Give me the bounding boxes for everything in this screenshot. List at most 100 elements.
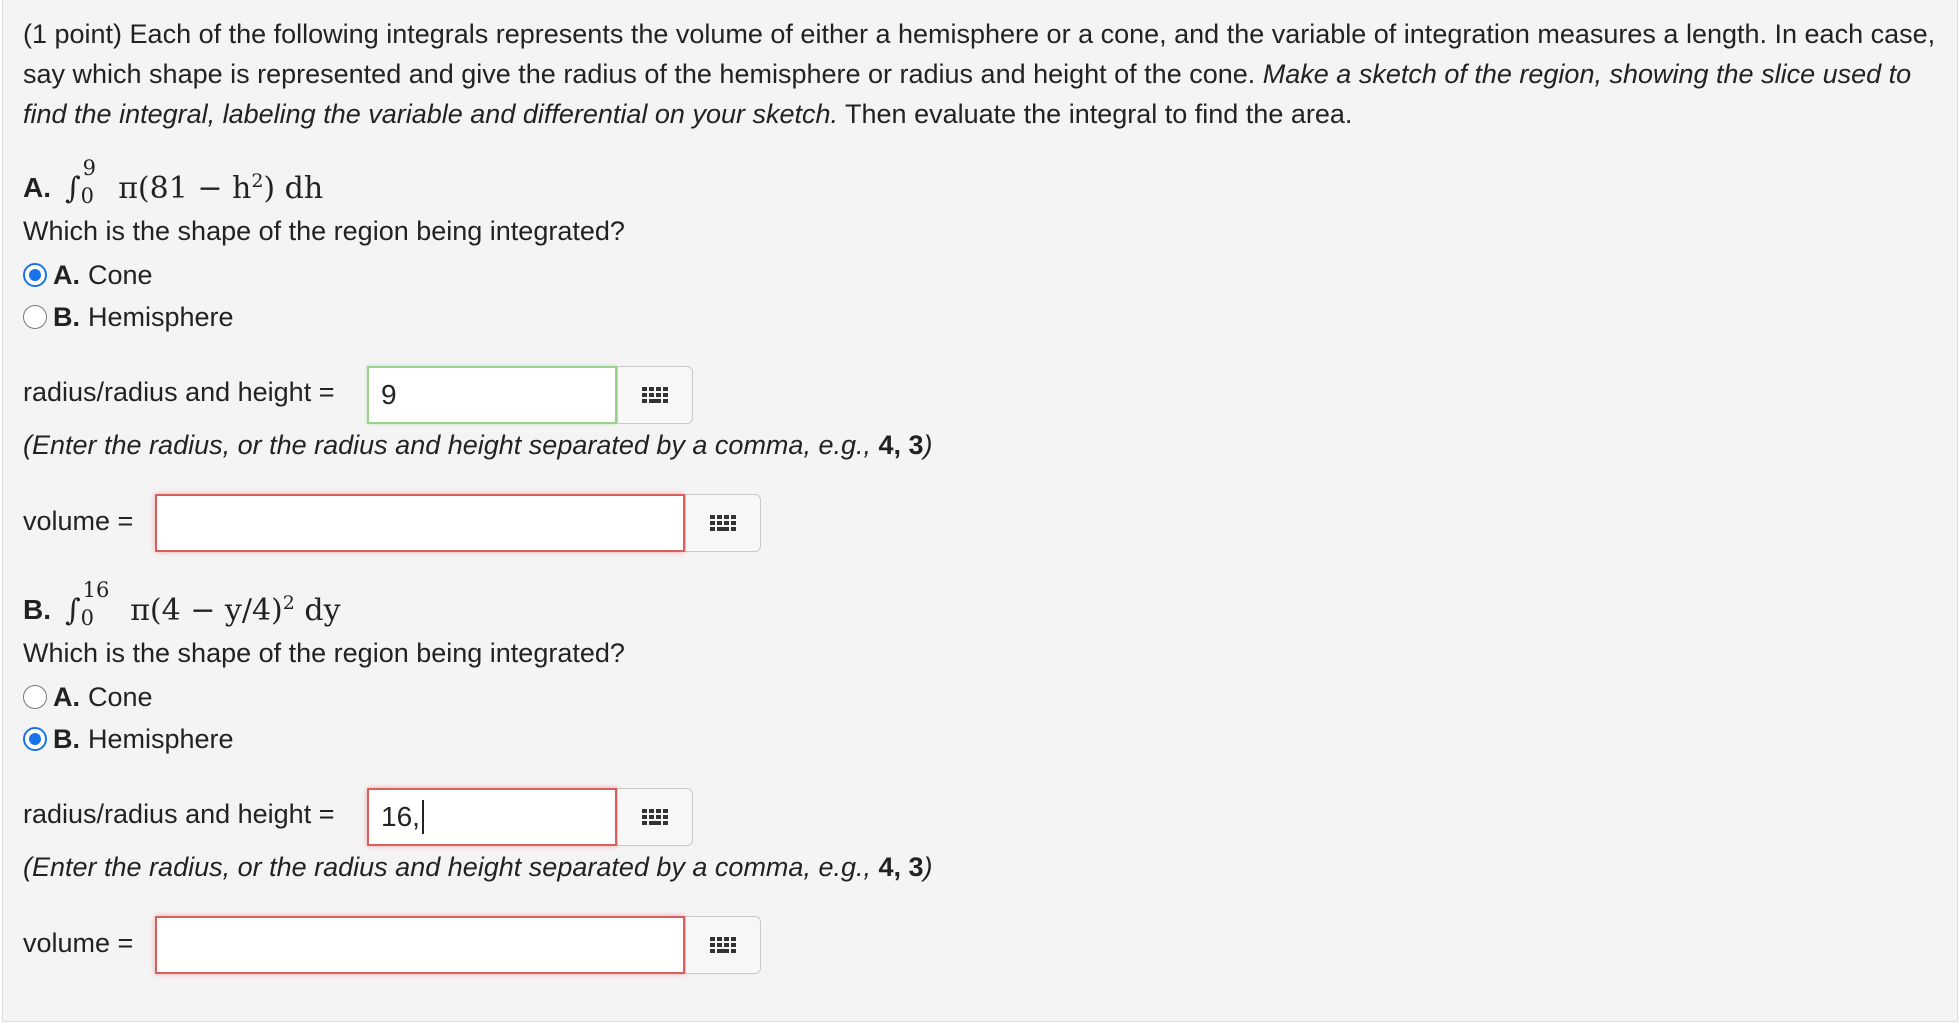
differential: ) dh	[263, 171, 324, 206]
keyboard-grid-dot	[717, 949, 729, 953]
keyboard-grid-dot	[656, 809, 661, 813]
keyboard-grid-dot	[717, 527, 729, 531]
keyboard-grid-dot	[649, 821, 661, 825]
part-a-radius-input[interactable]: 9	[367, 366, 617, 424]
option-key: A.	[53, 681, 80, 712]
keyboard-grid-dot	[724, 515, 729, 519]
part-a-option-cone[interactable]: A. Cone	[23, 258, 153, 292]
keyboard-grid-icon	[642, 809, 668, 825]
part-b-radius-label: radius/radius and height =	[23, 799, 335, 829]
part-a-hint: (Enter the radius, or the radius and hei…	[23, 430, 933, 461]
part-a-volume-keyboard-button[interactable]	[685, 494, 761, 552]
problem-panel: (1 point) Each of the following integral…	[2, 0, 1958, 1022]
part-a-integral: ∫ 9 0 π(81 − h2) dh	[65, 156, 324, 208]
problem-statement: (1 point) Each of the following integral…	[23, 14, 1943, 134]
integral-sign: ∫	[65, 593, 81, 628]
part-b-volume-label: volume =	[23, 928, 134, 958]
exponent: 2	[282, 592, 295, 614]
keyboard-grid-dot	[731, 943, 736, 947]
radio-button[interactable]	[23, 263, 47, 287]
keyboard-grid-dot	[649, 393, 654, 397]
integral-sign: ∫	[65, 171, 81, 206]
lower-limit: 0	[80, 184, 95, 208]
hint-example: 4, 3	[878, 852, 924, 882]
keyboard-grid-dot	[649, 387, 654, 391]
part-b-integral: ∫ 16 0 π(4 − y/4)2 dy	[65, 578, 341, 630]
upper-limit: 9	[82, 156, 97, 180]
part-a-question: Which is the shape of the region being i…	[23, 216, 625, 246]
part-a-option-hemisphere[interactable]: B. Hemisphere	[23, 300, 234, 334]
keyboard-grid-dot	[724, 521, 729, 525]
part-b-hint: (Enter the radius, or the radius and hei…	[23, 852, 933, 883]
option-key: B.	[53, 723, 80, 754]
part-b-question: Which is the shape of the region being i…	[23, 638, 625, 668]
keyboard-grid-dot	[710, 937, 715, 941]
part-a-label: A.	[23, 172, 51, 203]
upper-limit: 16	[82, 578, 110, 602]
part-b-label: B.	[23, 594, 51, 625]
keyboard-grid-dot	[717, 521, 722, 525]
hint-example: 4, 3	[878, 430, 924, 460]
integrand: π(4 − y/4)	[130, 593, 283, 628]
option-label: Hemisphere	[88, 301, 234, 332]
keyboard-grid-dot	[649, 815, 654, 819]
hint-close: )	[923, 852, 933, 882]
differential: dy	[294, 593, 341, 628]
lower-limit: 0	[80, 606, 95, 630]
option-label: Hemisphere	[88, 723, 234, 754]
keyboard-grid-dot	[710, 943, 715, 947]
keyboard-grid-dot	[710, 515, 715, 519]
keyboard-grid-dot	[731, 527, 736, 531]
part-b-option-cone[interactable]: A. Cone	[23, 680, 153, 714]
keyboard-grid-dot	[663, 393, 668, 397]
keyboard-grid-dot	[717, 943, 722, 947]
part-b-radius-input[interactable]: 16,	[367, 788, 617, 846]
input-value: 9	[381, 379, 397, 410]
option-key: A.	[53, 259, 80, 290]
keyboard-grid-dot	[731, 937, 736, 941]
keyboard-grid-dot	[649, 809, 654, 813]
part-b-option-hemisphere[interactable]: B. Hemisphere	[23, 722, 234, 756]
keyboard-grid-dot	[642, 393, 647, 397]
radio-button[interactable]	[23, 305, 47, 329]
keyboard-grid-dot	[663, 387, 668, 391]
keyboard-grid-dot	[710, 949, 715, 953]
text-caret	[421, 800, 424, 834]
keyboard-grid-dot	[656, 815, 661, 819]
keyboard-grid-dot	[642, 387, 647, 391]
part-b-radius-keyboard-button[interactable]	[617, 788, 693, 846]
integrand: π(81 − h	[118, 171, 252, 206]
keyboard-grid-dot	[642, 809, 647, 813]
radio-button[interactable]	[23, 685, 47, 709]
keyboard-grid-dot	[731, 521, 736, 525]
keyboard-grid-dot	[717, 515, 722, 519]
hint-text: (Enter the radius, or the radius and hei…	[23, 430, 879, 460]
part-b-volume-input[interactable]	[155, 916, 685, 974]
part-a-volume-input[interactable]	[155, 494, 685, 552]
hint-close: )	[923, 430, 933, 460]
keyboard-grid-icon	[642, 387, 668, 403]
keyboard-grid-dot	[663, 821, 668, 825]
part-b-volume-keyboard-button[interactable]	[685, 916, 761, 974]
keyboard-grid-dot	[656, 387, 661, 391]
keyboard-grid-dot	[663, 809, 668, 813]
part-a-radius-label: radius/radius and height =	[23, 377, 335, 407]
keyboard-grid-dot	[717, 937, 722, 941]
keyboard-grid-dot	[710, 521, 715, 525]
option-key: B.	[53, 301, 80, 332]
keyboard-grid-dot	[656, 393, 661, 397]
keyboard-grid-icon	[710, 937, 736, 953]
part-a-volume-label: volume =	[23, 506, 134, 536]
keyboard-grid-dot	[724, 943, 729, 947]
keyboard-grid-dot	[731, 515, 736, 519]
option-label: Cone	[88, 681, 153, 712]
part-a-radius-keyboard-button[interactable]	[617, 366, 693, 424]
radio-button[interactable]	[23, 727, 47, 751]
keyboard-grid-dot	[642, 821, 647, 825]
intro-end-text: Then evaluate the integral to find the a…	[838, 99, 1353, 129]
keyboard-grid-dot	[649, 399, 661, 403]
keyboard-grid-dot	[663, 399, 668, 403]
keyboard-grid-dot	[642, 815, 647, 819]
option-label: Cone	[88, 259, 153, 290]
keyboard-grid-dot	[731, 949, 736, 953]
